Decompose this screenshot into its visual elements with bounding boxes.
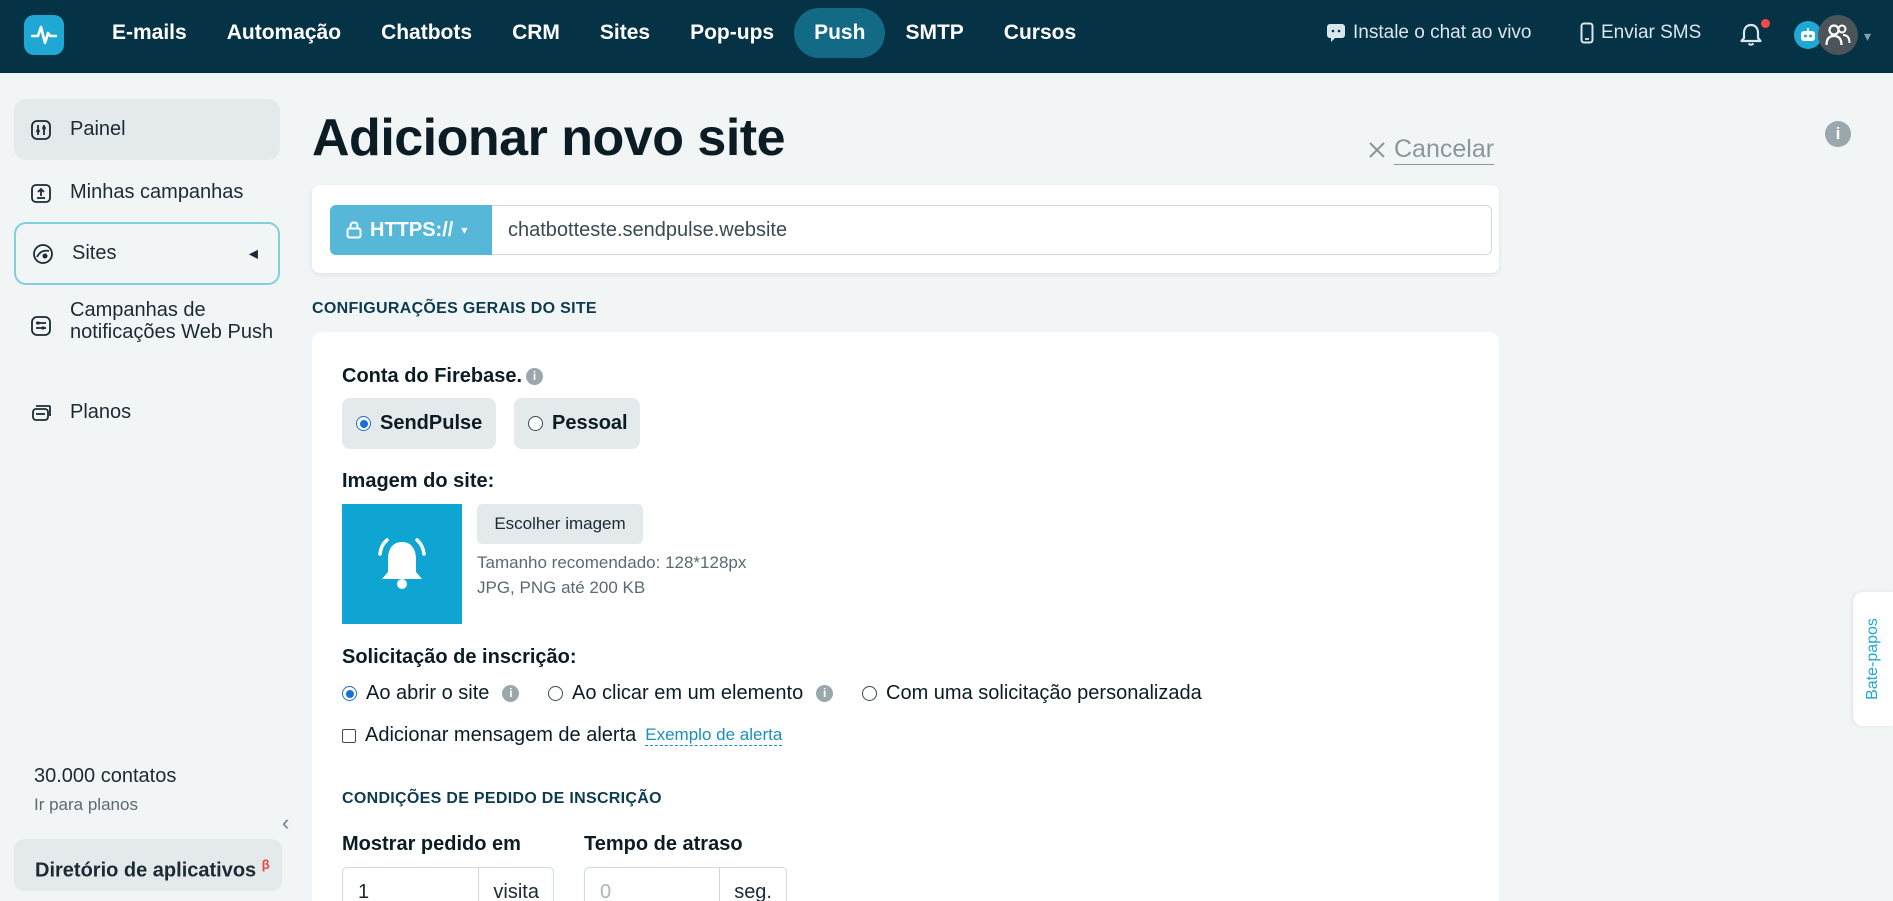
radio-unselected bbox=[528, 416, 543, 431]
alert-example-link[interactable]: Exemplo de alerta bbox=[645, 725, 783, 746]
stacked-cards-icon bbox=[32, 405, 51, 421]
info-icon[interactable]: i bbox=[526, 368, 544, 386]
sidebar-item-label: Planos bbox=[70, 401, 132, 423]
radio-label: SendPulse bbox=[380, 412, 483, 434]
sidebar-item-planos[interactable]: Planos bbox=[14, 387, 280, 437]
site-image-preview[interactable] bbox=[342, 504, 462, 624]
radio-label: Ao clicar em um elemento bbox=[572, 682, 804, 704]
collapse-sidebar-chevron-icon[interactable]: ‹ bbox=[282, 810, 289, 836]
sidebar-item-label: Sites bbox=[72, 242, 117, 264]
subscription-conditions-heading: CONDIÇÕES DE PEDIDO DE INSCRIÇÃO bbox=[342, 790, 662, 807]
chevron-down-icon: ▾ bbox=[461, 223, 468, 237]
protocol-dropdown[interactable]: HTTPS:// ▾ bbox=[330, 205, 492, 255]
info-icon[interactable]: i bbox=[816, 685, 834, 702]
list-box-icon bbox=[31, 316, 51, 336]
sidebar-item-sites[interactable]: Sites ◀ bbox=[14, 222, 280, 285]
site-url-card: HTTPS:// ▾ chatbotteste.sendpulse.websit… bbox=[312, 185, 1499, 273]
site-url-input[interactable]: chatbotteste.sendpulse.website bbox=[492, 205, 1492, 255]
radio-unselected bbox=[548, 686, 563, 701]
show-request-on-input[interactable]: 1 bbox=[343, 868, 478, 901]
chats-side-tab[interactable]: Bate-papos bbox=[1853, 592, 1893, 726]
nav-crm[interactable]: CRM bbox=[492, 8, 580, 58]
sidebar: Painel Minhas campanhas Sites ◀ Campanha… bbox=[0, 73, 290, 901]
caret-left-icon: ◀ bbox=[248, 246, 258, 260]
sidebar-item-label: Campanhas de notificações Web Push bbox=[70, 299, 274, 343]
main-nav: E-mails Automação Chatbots CRM Sites Pop… bbox=[92, 8, 1096, 58]
show-request-on-field[interactable]: 1 visita bbox=[342, 867, 554, 901]
phone-icon bbox=[1580, 22, 1594, 44]
beta-badge: β bbox=[261, 857, 270, 872]
dashboard-sliders-icon bbox=[31, 119, 51, 140]
app-directory-label: Diretório de aplicativos bbox=[35, 859, 257, 882]
subscription-option-open-site[interactable]: Ao abrir o site i bbox=[342, 682, 520, 705]
sidebar-item-label: Painel bbox=[70, 118, 126, 140]
nav-emails[interactable]: E-mails bbox=[92, 8, 207, 58]
nav-sites[interactable]: Sites bbox=[580, 8, 670, 58]
notifications-bell-icon[interactable] bbox=[1738, 22, 1764, 48]
subscription-option-custom-request[interactable]: Com uma solicitação personalizada bbox=[862, 682, 1202, 705]
checkbox-unchecked bbox=[342, 728, 356, 743]
nav-cursos[interactable]: Cursos bbox=[984, 8, 1096, 58]
radio-label: Ao abrir o site bbox=[366, 682, 490, 704]
chevron-down-icon[interactable]: ▾ bbox=[1864, 28, 1871, 45]
sendpulse-logo-icon[interactable] bbox=[24, 15, 64, 55]
cancel-button[interactable]: Cancelar bbox=[1368, 135, 1495, 165]
radio-selected bbox=[356, 416, 371, 431]
nav-push[interactable]: Push bbox=[794, 8, 886, 58]
protocol-label: HTTPS:// bbox=[370, 218, 454, 241]
install-live-chat-link[interactable]: Instale o chat ao vivo bbox=[1326, 22, 1532, 44]
firebase-option-sendpulse[interactable]: SendPulse bbox=[342, 398, 496, 449]
install-live-chat-label: Instale o chat ao vivo bbox=[1353, 22, 1532, 43]
image-size-hint: Tamanho recomendado: 128*128px bbox=[477, 553, 747, 572]
delay-time-label: Tempo de atraso bbox=[584, 833, 743, 855]
nav-smtp[interactable]: SMTP bbox=[885, 8, 983, 58]
radio-unselected bbox=[862, 686, 877, 701]
subscription-request-label: Solicitação de inscrição: bbox=[342, 646, 577, 668]
checkbox-label: Adicionar mensagem de alerta bbox=[365, 724, 637, 746]
go-to-plans-link[interactable]: Ir para planos bbox=[34, 795, 138, 815]
upload-box-icon bbox=[31, 183, 51, 203]
choose-image-button[interactable]: Escolher imagem bbox=[477, 504, 643, 544]
chat-bubble-icon bbox=[1327, 24, 1345, 42]
nav-chatbots[interactable]: Chatbots bbox=[361, 8, 492, 58]
lock-icon bbox=[346, 221, 362, 239]
radio-label: Com uma solicitação personalizada bbox=[886, 682, 1202, 704]
app-directory-button[interactable]: Diretório de aplicativos β bbox=[14, 839, 282, 891]
top-navigation-bar: E-mails Automação Chatbots CRM Sites Pop… bbox=[0, 0, 1893, 73]
radio-label: Pessoal bbox=[552, 412, 628, 434]
send-sms-link[interactable]: Enviar SMS bbox=[1580, 22, 1701, 44]
notification-badge bbox=[1761, 19, 1770, 28]
info-icon[interactable]: i bbox=[1825, 121, 1851, 147]
chats-side-tab-label: Bate-papos bbox=[1864, 618, 1881, 700]
delay-time-input[interactable]: 0 bbox=[585, 868, 719, 901]
globe-icon bbox=[33, 243, 53, 264]
site-image-label: Imagem do site: bbox=[342, 470, 495, 492]
bell-icon bbox=[378, 538, 426, 589]
nav-automacao[interactable]: Automação bbox=[207, 8, 361, 58]
info-icon[interactable]: i bbox=[502, 685, 520, 702]
sidebar-item-webpush-campaigns[interactable]: Campanhas de notificações Web Push bbox=[14, 297, 280, 367]
radio-selected bbox=[342, 686, 357, 701]
delay-time-field[interactable]: 0 seg. bbox=[584, 867, 787, 901]
close-icon bbox=[1369, 142, 1385, 158]
subscription-option-click-element[interactable]: Ao clicar em um elemento i bbox=[548, 682, 834, 705]
contacts-count: 30.000 contatos bbox=[34, 765, 177, 787]
page-title: Adicionar novo site bbox=[312, 109, 786, 167]
image-format-hint: JPG, PNG até 200 KB bbox=[477, 578, 646, 597]
show-request-on-label: Mostrar pedido em bbox=[342, 833, 521, 855]
cancel-label: Cancelar bbox=[1394, 135, 1495, 165]
firebase-account-text: Conta do Firebase. bbox=[342, 365, 523, 387]
user-avatar-icon[interactable] bbox=[1818, 15, 1858, 55]
general-settings-heading: CONFIGURAÇÕES GERAIS DO SITE bbox=[312, 300, 597, 317]
send-sms-label: Enviar SMS bbox=[1601, 22, 1702, 43]
sidebar-item-minhas-campanhas[interactable]: Minhas campanhas bbox=[14, 162, 280, 223]
alert-message-checkbox[interactable]: Adicionar mensagem de alerta Exemplo de … bbox=[342, 724, 783, 747]
sidebar-item-label: Minhas campanhas bbox=[70, 181, 244, 203]
show-request-on-unit: visita bbox=[478, 868, 553, 901]
delay-time-unit: seg. bbox=[719, 868, 786, 901]
sidebar-item-painel[interactable]: Painel bbox=[14, 99, 280, 160]
nav-popups[interactable]: Pop-ups bbox=[670, 8, 794, 58]
firebase-account-label: Conta do Firebase. i bbox=[342, 365, 544, 388]
firebase-option-pessoal[interactable]: Pessoal bbox=[514, 398, 640, 449]
